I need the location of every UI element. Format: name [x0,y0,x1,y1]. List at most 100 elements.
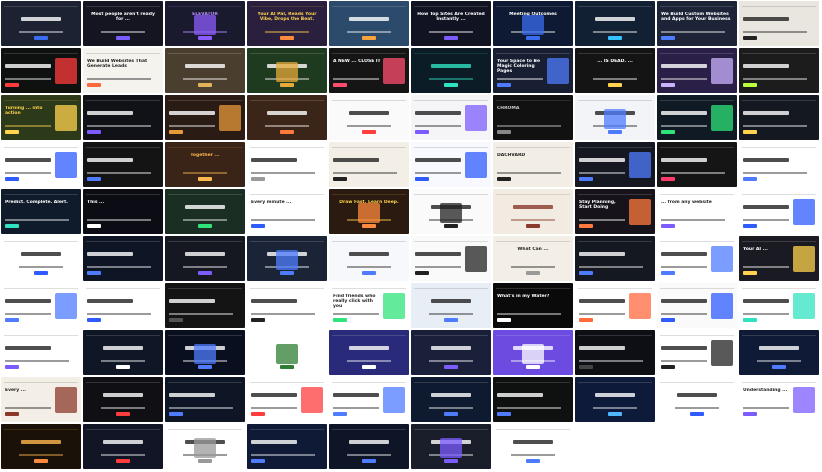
thumbnail-62[interactable] [83,283,163,328]
thumbnail-22[interactable] [83,95,163,140]
thumbnail-34[interactable] [247,142,327,187]
thumbnail-29[interactable] [657,95,737,140]
thumbnail-78[interactable] [575,330,655,375]
thumbnail-94[interactable] [247,424,327,469]
thumbnail-72[interactable] [83,330,163,375]
thumbnail-46[interactable] [411,189,491,234]
thumbnail-31[interactable] [1,142,81,187]
thumbnail-13[interactable] [165,48,245,93]
thumbnail-88[interactable] [575,377,655,422]
thumbnail-43[interactable] [165,189,245,234]
thumbnail-49[interactable]: ... from any website [657,189,737,234]
thumbnail-65[interactable]: Find friends who really click with you [329,283,409,328]
thumbnail-30[interactable] [739,95,819,140]
thumbnail-36[interactable] [411,142,491,187]
thumbnail-64[interactable] [247,283,327,328]
thumbnail-91[interactable] [1,424,81,469]
thumbnail-56[interactable] [411,236,491,281]
thumbnail-61[interactable] [1,283,81,328]
thumbnail-95[interactable] [329,424,409,469]
thumbnail-47[interactable] [493,189,573,234]
thumbnail-67[interactable]: What's in my Water? [493,283,573,328]
thumbnail-82[interactable] [83,377,163,422]
thumbnail-86[interactable] [411,377,491,422]
thumbnail-25[interactable] [329,95,409,140]
thumbnail-87[interactable] [493,377,573,422]
thumbnail-60[interactable]: Your AI ... [739,236,819,281]
thumbnail-38[interactable] [575,142,655,187]
thumbnail-9[interactable]: We Build Custom Websites and Apps for Yo… [657,1,737,46]
thumbnail-17[interactable]: Your Space to Be Magic Coloring Pages [493,48,573,93]
thumbnail-93[interactable] [165,424,245,469]
thumbnail-35[interactable] [329,142,409,187]
thumbnail-57[interactable]: What Can ... [493,236,573,281]
thumbnail-85[interactable] [329,377,409,422]
thumbnail-96[interactable] [411,424,491,469]
thumbnail-15[interactable]: A NEW ... CLOSE IT [329,48,409,93]
thumbnail-37[interactable]: DACHVARD [493,142,573,187]
thumbnail-10[interactable] [739,1,819,46]
thumbnail-headline-bar [267,111,307,115]
thumbnail-58[interactable] [575,236,655,281]
thumbnail-2[interactable]: Most people aren't ready for ... [83,1,163,46]
thumbnail-83[interactable] [165,377,245,422]
thumbnail-90[interactable]: Understanding ... [739,377,819,422]
thumbnail-26[interactable] [411,95,491,140]
thumbnail-97[interactable] [493,424,573,469]
thumbnail-24[interactable] [247,95,327,140]
thumbnail-77[interactable] [493,330,573,375]
thumbnail-55[interactable] [329,236,409,281]
thumbnail-50[interactable] [739,189,819,234]
thumbnail-27[interactable]: CHROMA [493,95,573,140]
thumbnail-89[interactable] [657,377,737,422]
thumbnail-4[interactable]: Your AI Pal, Reads Your Vibe, Drops the … [247,1,327,46]
thumbnail-52[interactable] [83,236,163,281]
thumbnail-23[interactable] [165,95,245,140]
thumbnail-14[interactable] [247,48,327,93]
thumbnail-73[interactable] [165,330,245,375]
thumbnail-42[interactable]: This ... [83,189,163,234]
thumbnail-19[interactable] [657,48,737,93]
thumbnail-6[interactable]: How Top Sites Are Created Instantly ... [411,1,491,46]
thumbnail-76[interactable] [411,330,491,375]
thumbnail-53[interactable] [165,236,245,281]
thumbnail-40[interactable] [739,142,819,187]
thumbnail-81[interactable]: Every ... [1,377,81,422]
thumbnail-74[interactable] [247,330,327,375]
thumbnail-18[interactable]: ... IS DEAD. ... [575,48,655,93]
thumbnail-8[interactable] [575,1,655,46]
thumbnail-20[interactable] [739,48,819,93]
thumbnail-21[interactable]: Turning ... into action [1,95,81,140]
thumbnail-28[interactable] [575,95,655,140]
thumbnail-32[interactable] [83,142,163,187]
thumbnail-71[interactable] [1,330,81,375]
thumbnail-70[interactable] [739,283,819,328]
thumbnail-1[interactable] [1,1,81,46]
thumbnail-cta-button [333,83,347,87]
thumbnail-80[interactable] [739,330,819,375]
thumbnail-11[interactable] [1,48,81,93]
thumbnail-84[interactable] [247,377,327,422]
thumbnail-54[interactable] [247,236,327,281]
thumbnail-75[interactable] [329,330,409,375]
thumbnail-12[interactable]: We Build Websites That Generate Leads [83,48,163,93]
thumbnail-7[interactable]: Meeting Outcomes [493,1,573,46]
thumbnail-5[interactable] [329,1,409,46]
thumbnail-16[interactable] [411,48,491,93]
thumbnail-69[interactable] [657,283,737,328]
thumbnail-hero-image [55,387,77,413]
thumbnail-59[interactable] [657,236,737,281]
thumbnail-92[interactable] [83,424,163,469]
thumbnail-3[interactable]: ELEVATOR [165,1,245,46]
thumbnail-45[interactable]: Draw Fast. Learn Deep. [329,189,409,234]
thumbnail-68[interactable] [575,283,655,328]
thumbnail-48[interactable]: Stay Planning, Start Doing [575,189,655,234]
thumbnail-79[interactable] [657,330,737,375]
thumbnail-66[interactable] [411,283,491,328]
thumbnail-44[interactable]: Every minute ... [247,189,327,234]
thumbnail-41[interactable]: Predict. Complete. Alert. [1,189,81,234]
thumbnail-33[interactable]: Together ... [165,142,245,187]
thumbnail-51[interactable] [1,236,81,281]
thumbnail-39[interactable] [657,142,737,187]
thumbnail-63[interactable] [165,283,245,328]
